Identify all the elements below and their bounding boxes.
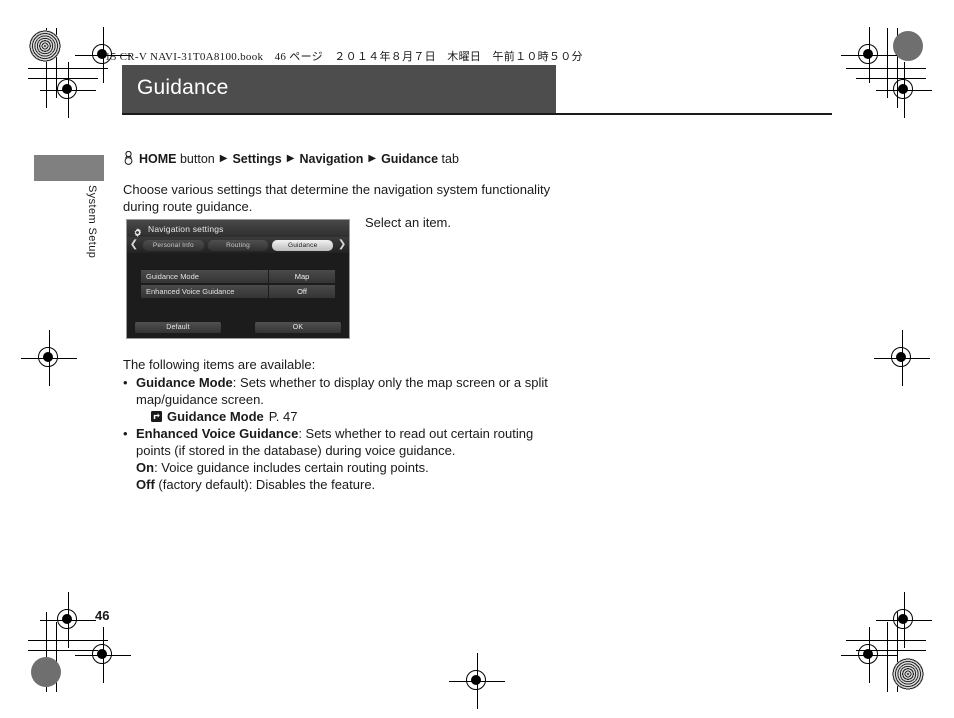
item-term: Guidance Mode	[136, 375, 233, 390]
item-option-off-term: Off	[136, 477, 155, 492]
breadcrumb-guidance: Guidance	[381, 152, 439, 167]
registration-crosshair	[841, 27, 897, 83]
nav-screen-footer: Default OK	[127, 320, 349, 338]
setting-row-enhanced-voice-guidance[interactable]: Enhanced Voice Guidance Off	[141, 285, 335, 298]
title-underline-rule	[122, 113, 832, 115]
list-item: • Guidance Mode: Sets whether to display…	[123, 374, 563, 408]
registration-crosshair	[449, 653, 505, 709]
tab-routing[interactable]: Routing	[207, 239, 269, 251]
ok-button[interactable]: OK	[255, 322, 341, 333]
items-lead-text: The following items are available:	[123, 357, 316, 372]
registration-crosshair	[75, 627, 131, 683]
home-button-icon	[124, 150, 133, 168]
page-title: Guidance	[137, 76, 229, 99]
page-number: 46	[95, 608, 110, 623]
nav-settings-rows: Guidance Mode Map Enhanced Voice Guidanc…	[141, 270, 335, 300]
solid-registration-circle	[893, 31, 923, 61]
available-items-section: The following items are available: • Gui…	[123, 356, 563, 493]
list-item: • Enhanced Voice Guidance: Sets whether …	[123, 425, 563, 493]
nav-screen-titlebar: Navigation settings	[127, 220, 349, 237]
gear-icon	[133, 224, 142, 237]
cross-reference-icon	[151, 409, 162, 422]
registration-crosshair	[21, 330, 77, 386]
chapter-title-bar: Guidance	[122, 65, 556, 114]
breadcrumb-home: HOME	[139, 152, 177, 167]
setting-value: Off	[269, 285, 335, 298]
list-item-body: Enhanced Voice Guidance: Sets whether to…	[136, 425, 563, 493]
prev-tab-arrow-icon[interactable]: ❮	[127, 240, 141, 250]
bullet-icon: •	[123, 375, 128, 390]
chapter-tab-marker	[34, 155, 104, 181]
setting-label: Enhanced Voice Guidance	[141, 285, 268, 298]
item-option-off-text: (factory default): Disables the feature.	[154, 477, 376, 492]
nav-screen-tabbar: ❮ Personal Info Routing Guidance ❯	[127, 237, 349, 253]
item-option-on-text: : Voice guidance includes certain routin…	[154, 460, 429, 475]
cross-reference-page: P. 47	[268, 409, 298, 424]
setting-value: Map	[269, 270, 335, 283]
breadcrumb-separator-icon: ▶	[368, 153, 377, 165]
breadcrumb-settings: Settings	[232, 152, 282, 167]
tab-personal-info[interactable]: Personal Info	[143, 239, 204, 251]
cross-reference-label: Guidance Mode	[167, 409, 264, 424]
setting-label: Guidance Mode	[141, 270, 268, 283]
registration-crosshair	[841, 627, 897, 683]
breadcrumb: HOME button ▶ Settings ▶ Navigation ▶ Gu…	[124, 150, 459, 168]
default-button[interactable]: Default	[135, 322, 221, 333]
bullet-icon: •	[123, 426, 128, 441]
select-item-callout: Select an item.	[365, 215, 451, 230]
chapter-tab-label: System Setup	[86, 185, 98, 259]
nav-screen-title: Navigation settings	[148, 223, 224, 234]
halftone-registration-circle	[29, 30, 61, 62]
print-job-header: 15 CR-V NAVI-31T0A8100.book 46 ページ ２０１４年…	[105, 51, 583, 63]
list-item-body: Guidance Mode: Sets whether to display o…	[136, 374, 563, 408]
item-term: Enhanced Voice Guidance	[136, 426, 299, 441]
setting-row-guidance-mode[interactable]: Guidance Mode Map	[141, 270, 335, 283]
next-tab-arrow-icon[interactable]: ❯	[335, 240, 349, 250]
item-option-on-term: On	[136, 460, 155, 475]
solid-registration-circle	[31, 657, 61, 687]
breadcrumb-separator-icon: ▶	[286, 153, 295, 165]
breadcrumb-navigation: Navigation	[299, 152, 364, 167]
intro-paragraph: Choose various settings that determine t…	[123, 182, 551, 214]
breadcrumb-home-suffix: button	[179, 152, 215, 167]
tab-guidance[interactable]: Guidance	[272, 239, 334, 251]
navigation-settings-screenshot: Navigation settings ❮ Personal Info Rout…	[126, 219, 350, 339]
cross-reference-guidance-mode[interactable]: Guidance Mode P. 47	[151, 408, 563, 425]
breadcrumb-guidance-suffix: tab	[441, 152, 459, 167]
breadcrumb-separator-icon: ▶	[219, 153, 228, 165]
registration-crosshair	[874, 330, 930, 386]
